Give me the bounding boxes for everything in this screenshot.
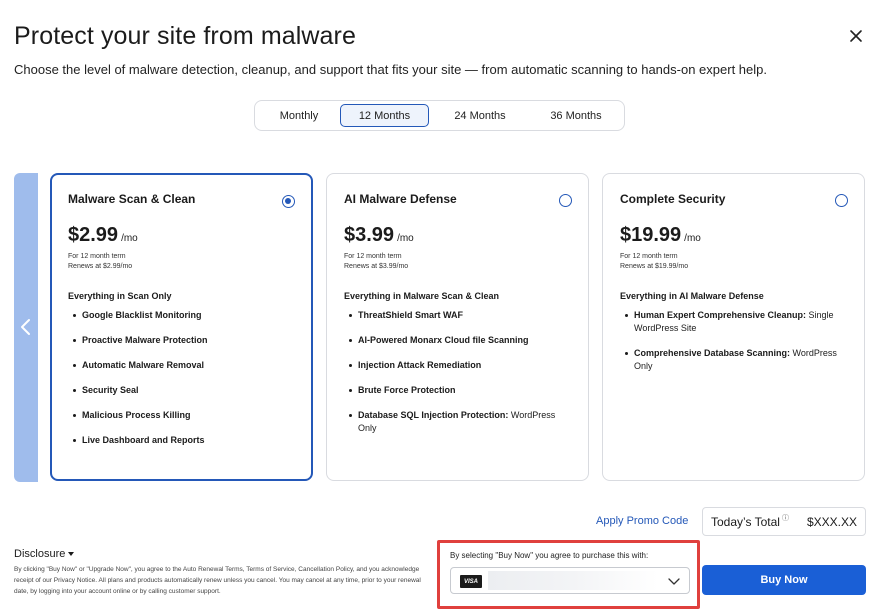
feature-item: Proactive Malware Protection <box>68 334 295 347</box>
plan-price: $3.99 <box>344 224 395 246</box>
feature-item: Automatic Malware Removal <box>68 359 295 372</box>
plan-price: $2.99 <box>68 224 119 246</box>
tab-monthly[interactable]: Monthly <box>258 104 340 127</box>
plan-feature-heading: Everything in Malware Scan & Clean <box>344 291 500 301</box>
page-subtitle: Choose the level of malware detection, c… <box>14 62 767 77</box>
term-selector: Monthly 12 Months 24 Months 36 Months <box>254 100 625 131</box>
tab-36-months[interactable]: 36 Months <box>531 104 621 127</box>
feature-item: Brute Force Protection <box>344 384 571 397</box>
plan-price-unit: /mo <box>397 233 414 244</box>
plan-card-malware-scan-clean[interactable]: Malware Scan & Clean $2.99 /mo For 12 mo… <box>50 173 313 481</box>
masked-card-number <box>488 571 658 590</box>
disclosure-toggle[interactable]: Disclosure <box>14 548 75 560</box>
caret-down-icon <box>68 552 75 556</box>
plan-renew-note: Renews at $19.99/mo <box>620 263 689 270</box>
plan-term-note: For 12 month term <box>344 253 402 260</box>
plan-name: Complete Security <box>620 192 726 206</box>
todays-total: Today’s Total ⓘ $XXX.XX <box>702 507 866 536</box>
plan-renew-note: Renews at $2.99/mo <box>68 263 133 270</box>
plan-term-note: For 12 month term <box>68 253 126 260</box>
plan-price-unit: /mo <box>684 233 701 244</box>
feature-list: Google Blacklist Monitoring Proactive Ma… <box>68 309 295 447</box>
payment-method-panel: By selecting "Buy Now" you agree to purc… <box>437 540 700 609</box>
payment-note: By selecting "Buy Now" you agree to purc… <box>450 551 649 560</box>
total-label: Today’s Total <box>711 514 780 529</box>
feature-item: Injection Attack Remediation <box>344 359 571 372</box>
page-title: Protect your site from malware <box>14 22 356 50</box>
feature-item: AI-Powered Monarx Cloud file Scanning <box>344 334 571 347</box>
legal-text: By clicking "Buy Now" or "Upgrade Now", … <box>14 566 421 595</box>
feature-item: Security Seal <box>68 384 295 397</box>
feature-item: ThreatShield Smart WAF <box>344 309 571 322</box>
feature-item: Live Dashboard and Reports <box>68 434 295 447</box>
plan-term-note: For 12 month term <box>620 253 678 260</box>
info-icon[interactable]: ⓘ <box>782 513 789 523</box>
feature-list: Human Expert Comprehensive Cleanup: Sing… <box>620 309 847 373</box>
feature-item: Google Blacklist Monitoring <box>68 309 295 322</box>
payment-method-select[interactable]: VISA <box>450 567 690 594</box>
plan-radio[interactable] <box>282 195 295 208</box>
plan-feature-heading: Everything in Scan Only <box>68 291 172 301</box>
feature-item: Human Expert Comprehensive Cleanup: Sing… <box>620 309 847 335</box>
feature-item: Malicious Process Killing <box>68 409 295 422</box>
plan-radio[interactable] <box>835 194 848 207</box>
total-value: $XXX.XX <box>806 514 857 529</box>
tab-12-months[interactable]: 12 Months <box>340 104 429 127</box>
plan-price-unit: /mo <box>121 233 138 244</box>
close-icon[interactable] <box>846 26 866 46</box>
plan-card-ai-malware-defense[interactable]: AI Malware Defense $3.99 /mo For 12 mont… <box>326 173 589 481</box>
visa-card-icon: VISA <box>460 575 482 588</box>
plan-feature-heading: Everything in AI Malware Defense <box>620 291 764 301</box>
feature-item: Database SQL Injection Protection: WordP… <box>344 409 571 435</box>
plan-radio[interactable] <box>559 194 572 207</box>
plan-name: Malware Scan & Clean <box>68 192 196 206</box>
carousel-prev-button[interactable] <box>14 173 38 482</box>
buy-now-button[interactable]: Buy Now <box>702 565 866 595</box>
chevron-left-icon <box>21 319 30 335</box>
plan-renew-note: Renews at $3.99/mo <box>344 263 409 270</box>
plan-card-complete-security[interactable]: Complete Security $19.99 /mo For 12 mont… <box>602 173 865 481</box>
apply-promo-code-link[interactable]: Apply Promo Code <box>596 515 688 527</box>
feature-list: ThreatShield Smart WAF AI-Powered Monarx… <box>344 309 571 435</box>
disclosure-label: Disclosure <box>14 548 66 560</box>
chevron-down-icon <box>668 578 680 585</box>
feature-item: Comprehensive Database Scanning: WordPre… <box>620 347 847 373</box>
tab-24-months[interactable]: 24 Months <box>429 104 531 127</box>
plan-price: $19.99 <box>620 224 682 246</box>
plan-name: AI Malware Defense <box>344 192 457 206</box>
